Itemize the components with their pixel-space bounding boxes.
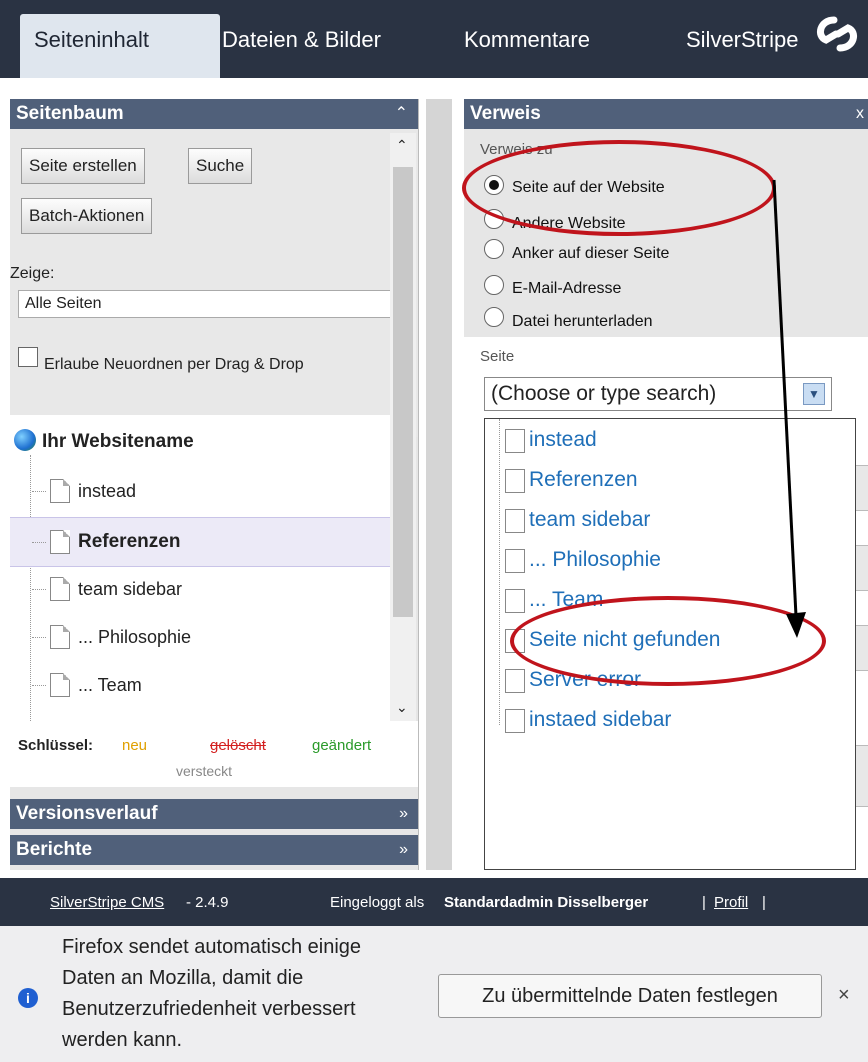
dropdown-item-instaed-sidebar[interactable]: instaed sidebar [529,708,671,732]
tree-connector [32,685,46,686]
collapse-icon[interactable]: ⌃ [395,99,408,129]
page-tree-header[interactable]: Seitenbaum ⌃ [10,99,418,129]
cms-version: - 2.4.9 [186,894,229,911]
dropdown-item-referenzen[interactable]: Referenzen [529,468,638,492]
search-button[interactable]: Suche [188,148,253,184]
reorder-label: Erlaube Neuordnen per Drag & Drop [44,356,304,373]
tree-line [499,419,500,725]
key-label: Schlüssel: [18,737,94,754]
link-panel-header: Verweis x [464,99,868,129]
show-label: Zeige: [10,265,55,282]
close-icon[interactable]: x [856,99,864,129]
scroll-down-icon[interactable]: ⌄ [396,699,408,716]
scroll-up-icon[interactable]: ⌃ [396,137,408,154]
firefox-notification-bar: i Firefox sendet automatisch einige Date… [0,926,868,1062]
profile-link[interactable]: Profil [714,894,748,911]
tab-comments[interactable]: Kommentare [450,14,604,78]
page-icon [505,669,525,693]
batch-actions-button[interactable]: Batch-Aktionen [21,198,153,234]
dropdown-item-instead[interactable]: instead [529,428,597,452]
tab-silverstripe[interactable]: SilverStripe [672,14,812,78]
page-icon [505,549,525,573]
radio-label: E-Mail-Adresse [512,280,622,297]
dropdown-item-philosophie[interactable]: ... Philosophie [529,548,661,572]
key-changed: geändert [312,737,372,754]
key-new: neu [122,737,148,754]
expand-icon[interactable]: » [399,799,408,829]
globe-icon [14,429,36,451]
info-icon: i [18,988,38,1008]
create-page-button[interactable]: Seite erstellen [21,148,145,184]
top-navigation-bar: Seiteninhalt Dateien & Bilder Kommentare… [0,0,868,78]
show-select[interactable]: Alle Seiten [18,290,398,318]
tree-item-team-sidebar[interactable]: team sidebar [10,565,390,613]
dropdown-item-team-sidebar[interactable]: team sidebar [529,508,650,532]
page-icon [50,577,70,601]
page-icon [505,429,525,453]
key-deleted: gelöscht [210,737,266,754]
page-icon [50,625,70,649]
close-icon[interactable]: × [838,984,850,1007]
page-icon [50,479,70,503]
tree-item-team[interactable]: ... Team [10,661,390,709]
scrollbar-thumb[interactable] [393,167,413,617]
reports-header[interactable]: Berichte » [10,835,418,865]
tab-files-images[interactable]: Dateien & Bilder [208,14,395,78]
notification-message: Firefox sendet automatisch einige Daten … [62,936,362,1051]
radio-anchor[interactable] [484,239,504,259]
expand-icon[interactable]: » [399,835,408,865]
tree-item-instead[interactable]: instead [10,467,390,515]
page-icon [505,709,525,733]
silverstripe-logo-icon [816,16,858,52]
panel-splitter[interactable] [426,99,452,870]
version-history-header[interactable]: Versionsverlauf » [10,799,418,829]
tree-connector [32,542,46,543]
page-select-value: (Choose or type search) [491,382,717,405]
site-name[interactable]: Ihr Websitename [42,431,194,453]
arrow-icon [772,179,806,638]
cms-footer: SilverStripe CMS - 2.4.9 Eingeloggt als … [0,878,868,926]
page-icon [505,509,525,533]
radio-file-download[interactable] [484,307,504,327]
page-icon [505,469,525,493]
tree-item-label: instead [78,481,137,501]
tree-item-label: ... Philosophie [78,627,192,647]
tree-scrollbar[interactable]: ⌃ ⌄ [390,133,416,721]
tree-connector [32,589,46,590]
page-icon [505,589,525,613]
logged-in-label: Eingeloggt als [330,894,425,911]
page-tree-panel: Seitenbaum ⌃ Seite erstellen Suche Batch… [10,99,419,870]
separator: | [702,894,706,911]
page-tree: Ihr Websitename instead Referenzen team … [10,415,390,721]
page-label: Seite [480,348,515,365]
highlight-ellipse-option [462,140,776,236]
separator: | [762,894,766,911]
radio-label: Anker auf dieser Seite [512,245,670,262]
key-hidden: versteckt [176,763,233,779]
page-tree-title: Seitenbaum [16,103,124,124]
version-history-title: Versionsverlauf [16,803,158,824]
tree-item-label: ... Team [78,675,142,695]
legend: Schlüssel: neu gelöscht geändert verstec… [10,721,418,787]
username: Standardadmin Disselberger [444,894,649,911]
cms-link[interactable]: SilverStripe CMS [50,894,164,911]
tree-item-label: team sidebar [78,579,183,599]
page-icon [50,530,70,554]
tree-connector [32,637,46,638]
tree-connector [32,491,46,492]
tab-page-content[interactable]: Seiteninhalt [20,14,220,78]
link-panel-title: Verweis [470,103,541,124]
page-icon [50,673,70,697]
configure-data-button[interactable]: Zu übermittelnde Daten festlegen [438,974,822,1018]
reports-title: Berichte [16,839,93,860]
radio-email[interactable] [484,275,504,295]
radio-label: Datei herunterladen [512,313,653,330]
tree-item-label: Referenzen [78,531,181,552]
tree-item-referenzen[interactable]: Referenzen [10,517,390,567]
tree-item-philosophie[interactable]: ... Philosophie [10,613,390,661]
